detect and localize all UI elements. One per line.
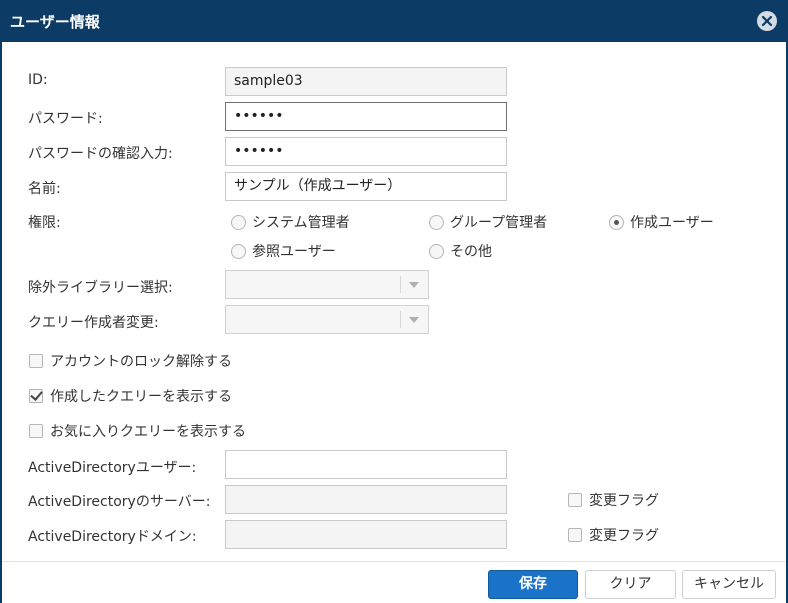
select-separator [400, 276, 401, 293]
dialog-title: ユーザー情報 [10, 13, 100, 31]
checkbox-label: アカウントのロック解除する [50, 354, 232, 370]
radio-indicator-selected [609, 215, 624, 230]
ad-domain-label: ActiveDirectoryドメイン: [28, 529, 197, 545]
radio-reference-user[interactable]: 参照ユーザー [231, 241, 336, 261]
select-separator [400, 311, 401, 328]
name-label: 名前: [28, 181, 61, 197]
ad-server-label: ActiveDirectoryのサーバー: [28, 494, 211, 510]
radio-label: 作成ユーザー [630, 215, 714, 231]
radio-creator-user[interactable]: 作成ユーザー [609, 212, 714, 232]
radio-indicator [231, 244, 246, 259]
close-icon [761, 15, 773, 27]
dialog-titlebar: ユーザー情報 [0, 0, 788, 42]
checkbox-label: 変更フラグ [589, 528, 659, 544]
radio-indicator [429, 244, 444, 259]
radio-indicator [429, 215, 444, 230]
ad-user-label: ActiveDirectoryユーザー: [28, 460, 197, 476]
checkbox-label: 作成したクエリーを表示する [50, 389, 232, 405]
ad-domain-field[interactable] [225, 520, 507, 549]
checkbox-box [568, 528, 582, 542]
checkbox-box-checked [29, 389, 43, 403]
radio-label: その他 [450, 244, 492, 260]
password-label: パスワード: [28, 111, 103, 127]
query-creator-change-label: クエリー作成者変更: [28, 315, 159, 331]
radio-group-admin[interactable]: グループ管理者 [429, 212, 547, 232]
cancel-button[interactable]: キャンセル [682, 570, 776, 599]
name-field[interactable]: サンプル（作成ユーザー） [225, 172, 507, 201]
show-favorite-queries-checkbox[interactable]: お気に入りクエリーを表示する [29, 421, 246, 441]
ad-user-field[interactable] [225, 450, 507, 479]
checkbox-box [29, 354, 43, 368]
id-field[interactable]: sample03 [225, 67, 507, 96]
checkbox-label: お気に入りクエリーを表示する [50, 424, 246, 440]
query-creator-change-select[interactable] [225, 305, 429, 334]
save-button[interactable]: 保存 [488, 570, 578, 599]
radio-label: システム管理者 [252, 215, 350, 231]
checkbox-label: 変更フラグ [589, 493, 659, 509]
footer-divider [2, 561, 786, 562]
password-confirm-label: パスワードの確認入力: [28, 146, 173, 162]
show-created-queries-checkbox[interactable]: 作成したクエリーを表示する [29, 386, 232, 406]
checkbox-box [568, 493, 582, 507]
password-confirm-field[interactable]: •••••• [225, 137, 507, 166]
unlock-account-checkbox[interactable]: アカウントのロック解除する [29, 351, 232, 371]
radio-label: グループ管理者 [450, 215, 548, 231]
checkbox-box [29, 424, 43, 438]
close-button[interactable] [757, 11, 777, 31]
radio-other[interactable]: その他 [429, 241, 492, 261]
id-label: ID: [28, 72, 48, 88]
permission-label: 権限: [28, 215, 61, 231]
radio-indicator [231, 215, 246, 230]
ad-server-field[interactable] [225, 485, 507, 514]
chevron-down-icon [409, 282, 419, 288]
clear-button[interactable]: クリア [585, 570, 676, 599]
chevron-down-icon [409, 317, 419, 323]
password-field[interactable]: •••••• [225, 102, 507, 131]
exclude-library-label: 除外ライブラリー選択: [28, 280, 173, 296]
ad-domain-change-flag-checkbox[interactable]: 変更フラグ [568, 525, 659, 545]
radio-label: 参照ユーザー [252, 244, 336, 260]
ad-server-change-flag-checkbox[interactable]: 変更フラグ [568, 490, 659, 510]
radio-system-admin[interactable]: システム管理者 [231, 212, 350, 232]
exclude-library-select[interactable] [225, 270, 429, 299]
